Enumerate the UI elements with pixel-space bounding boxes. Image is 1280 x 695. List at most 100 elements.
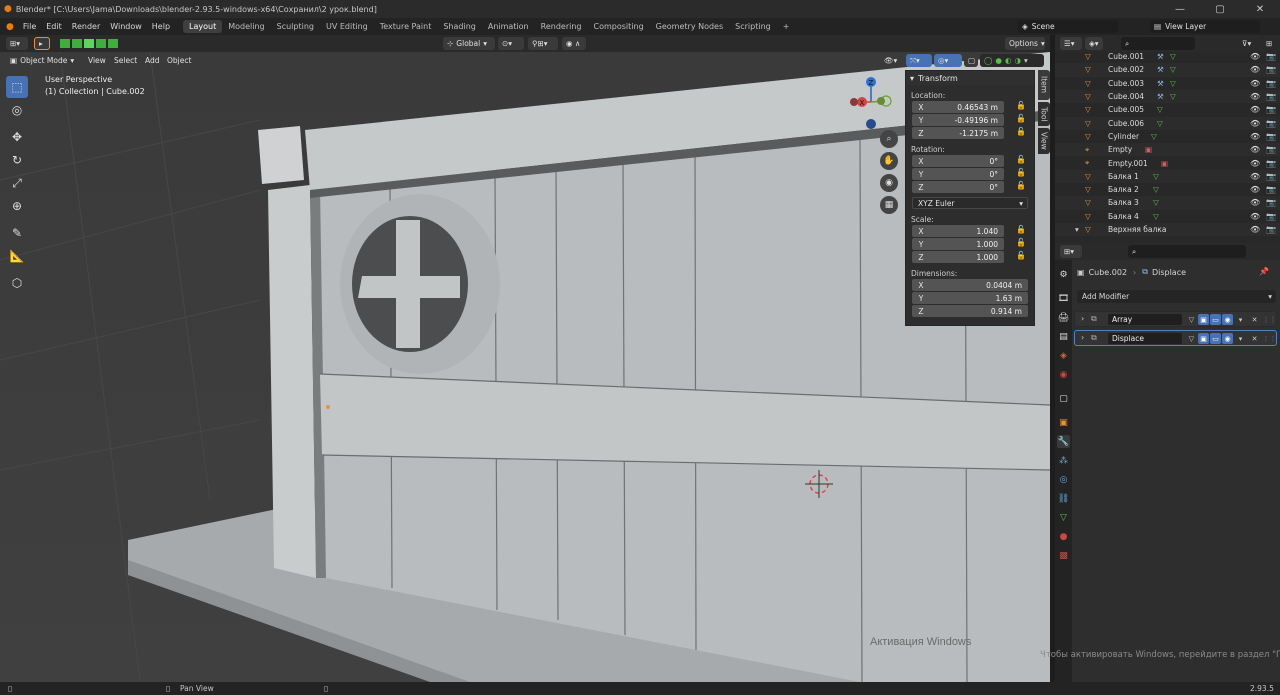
dropdown-chevron-icon[interactable]: ▾ — [1235, 333, 1246, 344]
display-mode-icon[interactable]: ◈▾ — [1085, 37, 1103, 50]
tab-geometry-nodes[interactable]: Geometry Nodes — [650, 20, 729, 33]
viewport-display-icon[interactable]: ▭ — [1210, 333, 1221, 344]
dimensions-z-field[interactable]: Z 0.914 m — [912, 305, 1028, 317]
shading-options-chevron-icon[interactable]: ▾ — [1024, 56, 1028, 65]
pin-icon[interactable]: 📌 — [1259, 267, 1269, 276]
mode-intersect-icon[interactable] — [108, 39, 118, 48]
rotate-tool-icon[interactable]: ↻ — [6, 149, 28, 171]
camera-view-icon[interactable]: ◉ — [880, 174, 898, 192]
tab-animation[interactable]: Animation — [482, 20, 535, 33]
new-collection-icon[interactable]: ⊞ — [1262, 37, 1276, 50]
scale-x-field[interactable]: X 1.040 🔓 — [912, 225, 1026, 237]
outliner-row[interactable]: ▽ Cylinder ▽ 👁 📷 — [1055, 130, 1280, 143]
render-icon[interactable]: ◉ — [1222, 314, 1233, 325]
material-tab-icon[interactable]: ● — [1057, 530, 1070, 543]
data-tab-icon[interactable]: ▽ — [1057, 511, 1070, 524]
tab-shading[interactable]: Shading — [437, 20, 482, 33]
scale-tool-icon[interactable]: ⤢ — [6, 172, 28, 194]
annotate-tool-icon[interactable]: ✎ — [6, 222, 28, 244]
eye-icon[interactable]: 👁 — [1250, 79, 1260, 88]
location-z-field[interactable]: Z -1.2175 m 🔓 — [912, 127, 1026, 139]
texture-tab-icon[interactable]: ▩ — [1057, 549, 1070, 562]
transform-tool-icon[interactable]: ⊕ — [6, 195, 28, 217]
material-shading-icon[interactable]: ◐ — [1005, 56, 1012, 65]
on-cage-icon[interactable]: ▽ — [1186, 333, 1197, 344]
modifier-displace[interactable]: › ⧉ Displace ▽ ▣ ▭ ◉ ▾ ✕ ⋮⋮ — [1074, 330, 1277, 346]
pan-hand-icon[interactable]: ✋ — [880, 152, 898, 170]
tab-rendering[interactable]: Rendering — [535, 20, 588, 33]
camera-icon[interactable]: 📷 — [1266, 145, 1276, 154]
camera-icon[interactable]: 📷 — [1266, 52, 1276, 61]
scene-tab-icon[interactable]: ◈ — [1057, 349, 1070, 362]
lock-icon[interactable]: 🔓 — [1016, 181, 1026, 190]
editor-type-icon[interactable]: ⊞▾ — [6, 37, 28, 50]
select-box-icon[interactable]: ▸ — [34, 37, 50, 50]
options-dropdown[interactable]: Options ▾ — [1005, 37, 1045, 50]
dimensions-x-field[interactable]: X 0.0404 m — [912, 279, 1028, 291]
eye-icon[interactable]: 👁 — [1250, 92, 1260, 101]
menu-edit[interactable]: Edit — [41, 22, 67, 31]
rotation-x-field[interactable]: X 0° 🔓 — [912, 155, 1026, 167]
particles-tab-icon[interactable]: ⁂ — [1057, 454, 1070, 467]
mode-invert-icon[interactable] — [96, 39, 106, 48]
tab-scripting[interactable]: Scripting — [729, 20, 777, 33]
outliner-row[interactable]: ⌖ Empty.001 ▣ 👁 📷 — [1055, 156, 1280, 169]
outliner-row[interactable]: ▽ Cube.002 ⚒ ▽ 👁 📷 — [1055, 63, 1280, 77]
properties-search-input[interactable]: ⌕ — [1128, 245, 1246, 258]
shading-mode-group[interactable]: ◯ ● ◐ ◑ ▾ — [980, 54, 1044, 67]
eye-icon[interactable]: 👁 — [1250, 159, 1260, 168]
tab-sculpting[interactable]: Sculpting — [271, 20, 320, 33]
eye-icon[interactable]: 👁 — [1250, 212, 1260, 221]
pivot-point-icon[interactable]: ⊙▾ — [498, 37, 524, 50]
overlays-toggle-icon[interactable]: ◎▾ — [934, 54, 962, 67]
camera-icon[interactable]: 📷 — [1266, 172, 1276, 181]
outliner-row[interactable]: ▽ Cube.005 ▽ 👁 📷 — [1055, 103, 1280, 116]
lock-icon[interactable]: 🔓 — [1016, 155, 1026, 164]
gizmo-toggle-icon[interactable]: ⤧▾ — [906, 54, 932, 67]
camera-icon[interactable]: 📷 — [1266, 119, 1276, 128]
camera-icon[interactable]: 📷 — [1266, 185, 1276, 194]
world-tab-icon[interactable]: ◉ — [1057, 368, 1070, 381]
eye-icon[interactable]: 👁 — [1250, 65, 1260, 74]
eye-icon[interactable]: 👁 — [1250, 185, 1260, 194]
remove-modifier-icon[interactable]: ✕ — [1249, 333, 1260, 344]
camera-icon[interactable]: 📷 — [1266, 212, 1276, 221]
camera-icon[interactable]: 📷 — [1266, 159, 1276, 168]
tab-layout[interactable]: Layout — [183, 20, 223, 33]
sidebar-tab-tool[interactable]: Tool — [1038, 102, 1050, 126]
3d-viewport[interactable]: Активация Windows ▣ Object Mode ▾ View Sel… — [0, 52, 1050, 682]
maximize-button[interactable]: ▢ — [1200, 0, 1240, 18]
lock-icon[interactable]: 🔓 — [1016, 101, 1026, 110]
outliner-row[interactable]: ▽ Cube.003 ⚒ ▽ 👁 📷 — [1055, 77, 1280, 90]
modifier-array[interactable]: › ⧉ Array ▽ ▣ ▭ ◉ ▾ ✕ ⋮⋮ — [1074, 311, 1277, 327]
object-mode-dropdown[interactable]: ▣ Object Mode ▾ — [6, 54, 80, 67]
expand-chevron-icon[interactable]: › — [1081, 314, 1084, 323]
output-tab-icon[interactable]: 🖨 — [1057, 311, 1070, 324]
rotation-mode-dropdown[interactable]: XYZ Euler ▾ — [912, 197, 1028, 209]
outliner-row[interactable]: ▾ ▽ Верхняя балка 👁 📷 — [1055, 222, 1280, 237]
rendered-shading-icon[interactable]: ◑ — [1015, 56, 1022, 65]
drag-handle-icon[interactable]: ⋮⋮ — [1263, 314, 1277, 325]
dropdown-chevron-icon[interactable]: ▾ — [1235, 314, 1246, 325]
add-cube-tool-icon[interactable]: ⬡ — [6, 272, 28, 294]
outliner-row[interactable]: ⌖ Empty ▣ 👁 📷 — [1055, 143, 1280, 157]
menu-object[interactable]: Object — [163, 54, 195, 67]
eye-icon[interactable]: 👁 — [1250, 119, 1260, 128]
minimize-button[interactable]: — — [1160, 0, 1200, 18]
menu-view[interactable]: View — [84, 54, 110, 67]
properties-editor-type-icon[interactable]: ⊞▾ — [1060, 245, 1082, 258]
move-tool-icon[interactable]: ✥ — [6, 126, 28, 148]
lock-icon[interactable]: 🔓 — [1016, 114, 1026, 123]
add-workspace-button[interactable]: + — [777, 20, 796, 33]
close-button[interactable]: ✕ — [1240, 0, 1280, 18]
snap-icon[interactable]: ⚲⊞▾ — [528, 37, 558, 50]
expand-chevron-icon[interactable]: ▾ — [1075, 225, 1079, 234]
object-tab-icon[interactable]: ▣ — [1057, 416, 1070, 429]
eye-icon[interactable]: 👁 — [1250, 52, 1260, 61]
wireframe-shading-icon[interactable]: ◯ — [984, 56, 992, 65]
remove-modifier-icon[interactable]: ✕ — [1249, 314, 1260, 325]
drag-handle-icon[interactable]: ⋮⋮ — [1263, 333, 1277, 344]
select-tool-icon[interactable]: ⬚ — [6, 76, 28, 98]
lock-icon[interactable]: 🔓 — [1016, 127, 1026, 136]
navigation-gizmo[interactable]: Z X — [848, 74, 898, 129]
